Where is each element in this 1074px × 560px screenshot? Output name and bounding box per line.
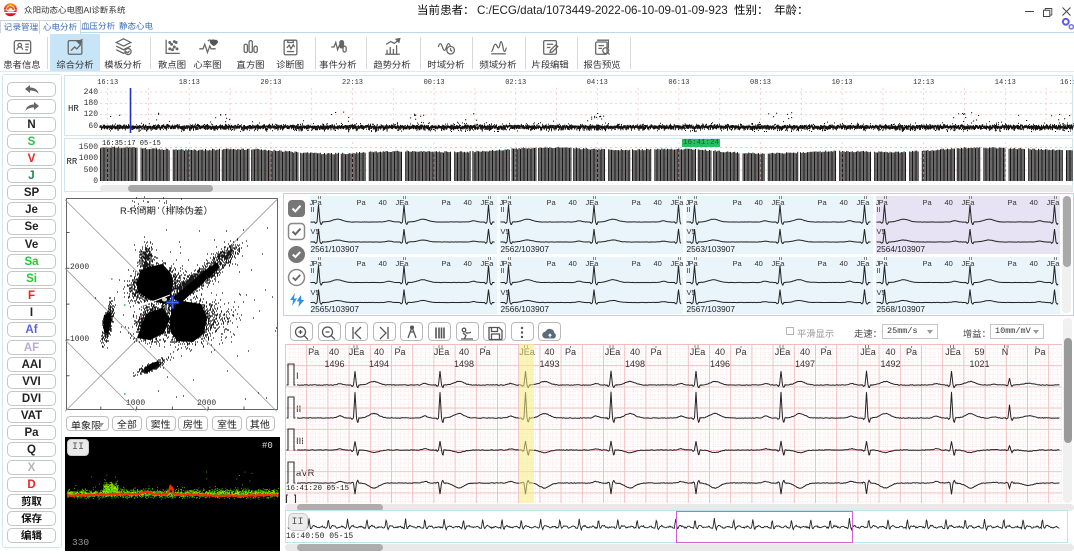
svg-text:40: 40 (459, 347, 469, 357)
svg-text:Pa: Pa (650, 347, 661, 357)
svg-text:Pa: Pa (565, 347, 576, 357)
svg-text:1498: 1498 (454, 359, 474, 369)
svg-text:JEa: JEa (860, 347, 876, 357)
svg-text:40: 40 (885, 347, 895, 357)
svg-text:Pa: Pa (735, 347, 746, 357)
svg-text:★: ★ (136, 258, 145, 269)
svg-text:JEa: JEa (945, 347, 961, 357)
svg-text:N: N (1002, 347, 1009, 357)
svg-text:1021: 1021 (969, 359, 989, 369)
svg-text:1496: 1496 (710, 359, 730, 369)
svg-text:1494: 1494 (369, 359, 389, 369)
svg-text:40: 40 (630, 347, 640, 357)
svg-text:JEa: JEa (690, 347, 706, 357)
svg-text:Pa: Pa (308, 347, 319, 357)
svg-text:1497: 1497 (795, 359, 815, 369)
svg-text:Pa: Pa (1034, 347, 1045, 357)
svg-text:Pa: Pa (906, 347, 917, 357)
svg-text:JEa: JEa (605, 347, 621, 357)
svg-text:40: 40 (800, 347, 810, 357)
svg-text:1498: 1498 (625, 359, 645, 369)
svg-text:40: 40 (374, 347, 384, 357)
svg-text:JEa: JEa (775, 347, 791, 357)
svg-text:40: 40 (329, 347, 339, 357)
svg-text:JEa: JEa (434, 347, 450, 357)
svg-text:40: 40 (715, 347, 725, 357)
svg-text:Pa: Pa (820, 347, 831, 357)
svg-text:Pa: Pa (394, 347, 405, 357)
svg-text:59: 59 (974, 347, 984, 357)
svg-text:1492: 1492 (880, 359, 900, 369)
svg-text:1496: 1496 (324, 359, 344, 369)
svg-text:1493: 1493 (539, 359, 559, 369)
svg-text:JEa: JEa (349, 347, 365, 357)
svg-text:40: 40 (544, 347, 554, 357)
svg-text:Pa: Pa (479, 347, 490, 357)
